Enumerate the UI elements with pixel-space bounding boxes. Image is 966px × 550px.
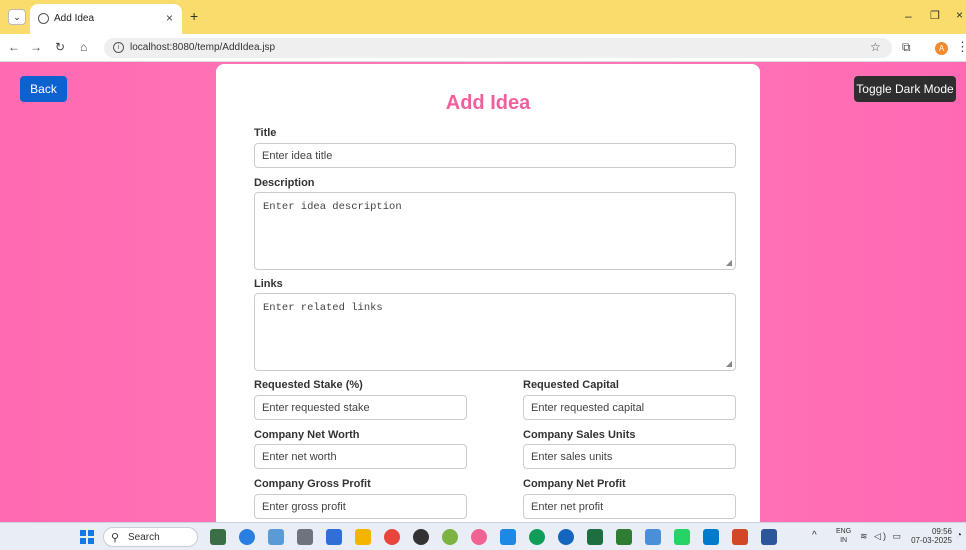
address-bar[interactable]: i localhost:8080/temp/AddIdea.jsp [104, 38, 892, 58]
back-button[interactable]: Back [20, 76, 67, 102]
clock-date: 07-03-2025 [911, 536, 952, 545]
new-tab-icon[interactable]: + [190, 8, 198, 24]
search-icon: ⚲ [111, 532, 120, 544]
screen-icon[interactable] [645, 529, 661, 545]
resize-grip-icon[interactable]: ◢ [726, 258, 732, 268]
tab-close-icon[interactable]: × [166, 11, 173, 25]
site-info-icon[interactable]: i [113, 42, 124, 53]
home-icon[interactable]: ⌂ [80, 40, 87, 54]
net-worth-label: Company Net Worth [254, 429, 360, 441]
description-placeholder: Enter idea description [263, 201, 402, 213]
chrome-canary-icon[interactable] [558, 529, 574, 545]
show-hidden-icons-icon[interactable]: ^ [812, 530, 817, 541]
title-label: Title [254, 127, 277, 139]
capital-input[interactable]: Enter requested capital [523, 395, 736, 420]
sales-units-input[interactable]: Enter sales units [523, 444, 736, 469]
toggle-dark-mode-button[interactable]: Toggle Dark Mode [854, 76, 956, 102]
title-input[interactable]: Enter idea title [254, 143, 736, 168]
sales-units-label: Company Sales Units [523, 429, 636, 441]
back-arrow-icon[interactable]: ← [8, 40, 20, 54]
extensions-icon[interactable]: ⧉ [902, 40, 911, 55]
tab-title: Add Idea [54, 13, 95, 24]
chrome-icon[interactable] [384, 529, 400, 545]
file-explorer-icon[interactable] [355, 529, 371, 545]
profile-avatar[interactable]: A [935, 42, 948, 55]
gross-profit-label: Company Gross Profit [254, 478, 371, 490]
url-text[interactable]: localhost:8080/temp/AddIdea.jsp [130, 42, 275, 53]
stake-input[interactable]: Enter requested stake [254, 395, 467, 420]
chrome-dev-icon[interactable] [471, 529, 487, 545]
copilot-icon[interactable] [239, 529, 255, 545]
language-indicator[interactable]: ENG IN [836, 527, 851, 545]
links-textarea[interactable]: Enter related links ◢ [254, 293, 736, 371]
net-worth-input[interactable]: Enter net worth [254, 444, 467, 469]
clock-time: 09:56 [931, 527, 952, 536]
globe-icon [38, 13, 49, 24]
gross-profit-input[interactable]: Enter gross profit [254, 494, 467, 519]
whatsapp-icon[interactable] [674, 529, 690, 545]
minimize-icon[interactable]: – [905, 9, 912, 23]
photos-icon[interactable] [268, 529, 284, 545]
stake-label: Requested Stake (%) [254, 379, 363, 391]
reload-icon[interactable]: ↻ [55, 40, 65, 54]
browser-tab[interactable]: Add Idea × [30, 4, 182, 34]
terminal-icon[interactable] [500, 529, 516, 545]
word-icon[interactable] [761, 529, 777, 545]
store-icon[interactable] [326, 529, 342, 545]
window-close-icon[interactable]: × [956, 8, 963, 22]
language-code: ENG [836, 528, 852, 535]
windows-start-icon[interactable] [80, 530, 94, 544]
browser-menu-icon[interactable]: ⋮ [956, 39, 966, 55]
resize-grip-icon[interactable]: ◢ [726, 359, 732, 369]
excel-icon[interactable] [587, 529, 603, 545]
region-code: IN [840, 537, 848, 544]
edge-icon[interactable] [529, 529, 545, 545]
powerpoint-icon[interactable] [732, 529, 748, 545]
vscode-icon[interactable] [703, 529, 719, 545]
bookmark-star-icon[interactable]: ☆ [870, 40, 881, 54]
browser-toolbar: ← → ↻ ⌂ i localhost:8080/temp/AddIdea.js… [0, 34, 966, 62]
tab-search-menu-icon[interactable]: ⌄ [8, 9, 26, 25]
links-label: Links [254, 278, 283, 290]
description-label: Description [254, 177, 315, 189]
windows-taskbar: ⚲ Search ^ ENG IN ≋ ◁) ▭ 09:56 07-03-202… [0, 522, 966, 550]
wifi-volume-battery-icons[interactable]: ≋ ◁) ▭ [860, 531, 903, 542]
net-profit-input[interactable]: Enter net profit [523, 494, 736, 519]
net-profit-label: Company Net Profit [523, 478, 626, 490]
clock[interactable]: 09:56 07-03-2025 [908, 527, 952, 545]
description-textarea[interactable]: Enter idea description ◢ [254, 192, 736, 270]
widgets-icon[interactable] [210, 529, 226, 545]
browser-tab-bar: ⌄ Add Idea × + – ❐ × [0, 0, 966, 34]
settings-icon[interactable] [297, 529, 313, 545]
page-background: Back Toggle Dark Mode Add Idea Title Ent… [0, 62, 966, 522]
maximize-icon[interactable]: ❐ [930, 9, 940, 22]
spotify-icon[interactable] [616, 529, 632, 545]
search-label: Search [128, 532, 160, 543]
form-title: Add Idea [445, 92, 531, 114]
capital-label: Requested Capital [523, 379, 619, 391]
add-idea-form: Add Idea Title Enter idea title Descript… [216, 64, 760, 522]
links-placeholder: Enter related links [263, 302, 383, 314]
chrome-profile-icon[interactable] [442, 529, 458, 545]
obs-icon[interactable] [413, 529, 429, 545]
notifications-icon[interactable]: ◔ [956, 530, 962, 541]
forward-arrow-icon[interactable]: → [30, 40, 42, 54]
taskbar-search[interactable]: ⚲ Search [103, 527, 198, 547]
